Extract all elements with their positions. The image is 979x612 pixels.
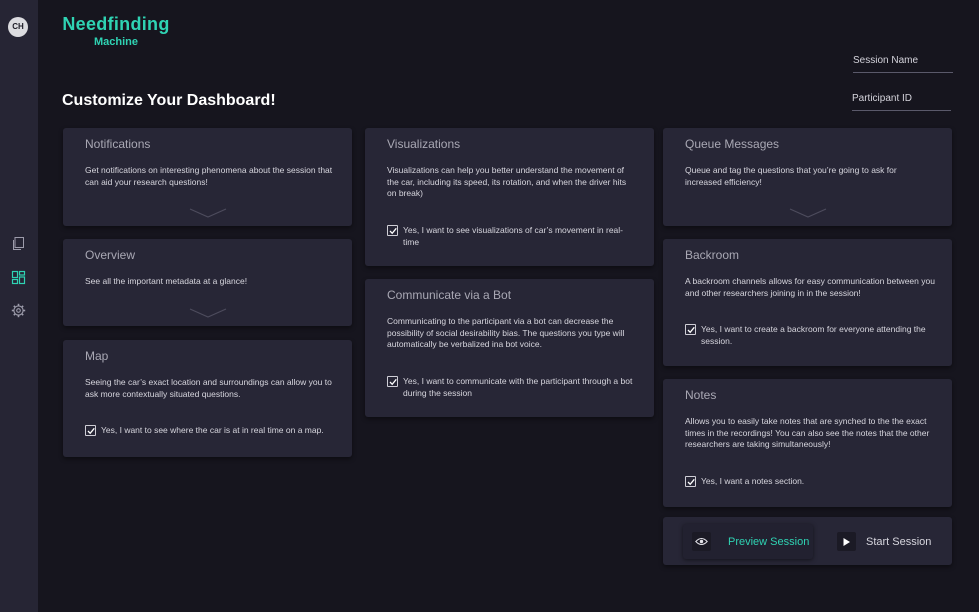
- option-label: Yes, I want a notes section.: [701, 476, 805, 486]
- participant-id-field[interactable]: Participant ID: [852, 93, 951, 111]
- check-icon: [389, 378, 397, 386]
- check-icon: [389, 227, 397, 235]
- chevron-down-icon[interactable]: [189, 208, 227, 218]
- eye-icon: [692, 532, 711, 551]
- option-label: Yes, I want to see where the car is at i…: [101, 425, 324, 435]
- chevron-down-icon[interactable]: [189, 308, 227, 318]
- copy-icon[interactable]: [11, 236, 26, 251]
- visualizations-card[interactable]: Visualizations Visualizations can help y…: [365, 128, 654, 266]
- sidebar: CH: [0, 0, 38, 612]
- map-option[interactable]: Yes, I want to see where the car is at i…: [85, 425, 340, 437]
- card-title: Backroom: [685, 248, 740, 262]
- chevron-down-icon[interactable]: [789, 208, 827, 218]
- option-label: Yes, I want to create a backroom for eve…: [701, 324, 926, 346]
- brand-logo: Needfinding Machine: [62, 14, 170, 48]
- check-icon: [87, 427, 95, 435]
- avatar[interactable]: CH: [8, 17, 28, 37]
- card-description: Get notifications on interesting phenome…: [85, 165, 333, 187]
- page-title: Customize Your Dashboard!: [62, 92, 276, 109]
- preview-label: Preview Session: [728, 535, 810, 548]
- brand-subtitle: Machine: [93, 36, 138, 48]
- session-actions: Preview Session Start Session: [663, 517, 952, 565]
- preview-session-button[interactable]: Preview Session: [683, 524, 813, 559]
- option-label: Yes, I want to see visualizations of car…: [403, 225, 624, 247]
- card-title: Overview: [85, 248, 136, 262]
- card-description: A backroom channels allows for easy comm…: [685, 276, 935, 298]
- card-description: Queue and tag the questions that you’re …: [685, 165, 897, 187]
- card-description: Allows you to easily take notes that are…: [685, 416, 930, 449]
- notifications-card[interactable]: Notifications Get notifications on inter…: [63, 128, 352, 226]
- visualizations-option[interactable]: Yes, I want to see visualizations of car…: [387, 225, 627, 248]
- card-description: See all the important metadata at a glan…: [85, 276, 248, 286]
- card-title: Queue Messages: [685, 137, 780, 151]
- backroom-card[interactable]: Backroom A backroom channels allows for …: [663, 239, 952, 366]
- card-description: Communicating to the participant via a b…: [387, 316, 625, 349]
- checkbox[interactable]: [387, 376, 398, 387]
- checkbox[interactable]: [685, 324, 696, 335]
- card-title: Notifications: [85, 137, 151, 151]
- check-icon: [687, 326, 695, 334]
- checkbox[interactable]: [685, 476, 696, 487]
- notes-option[interactable]: Yes, I want a notes section.: [685, 476, 925, 488]
- card-title: Communicate via a Bot: [387, 288, 512, 302]
- brand-title: Needfinding: [62, 14, 170, 34]
- option-label: Yes, I want to communicate with the part…: [403, 376, 633, 398]
- backroom-option[interactable]: Yes, I want to create a backroom for eve…: [685, 324, 930, 347]
- play-icon: [837, 532, 856, 551]
- bot-card[interactable]: Communicate via a Bot Communicating to t…: [365, 279, 654, 417]
- start-session-button[interactable]: Start Session: [828, 524, 938, 559]
- start-label: Start Session: [866, 535, 932, 548]
- session-name-field[interactable]: Session Name: [853, 55, 953, 73]
- card-title: Notes: [685, 388, 717, 402]
- notes-card[interactable]: Notes Allows you to easily take notes th…: [663, 379, 952, 507]
- overview-card[interactable]: Overview See all the important metadata …: [63, 239, 352, 326]
- checkbox[interactable]: [85, 425, 96, 436]
- card-description: Visualizations can help you better under…: [387, 165, 627, 198]
- bot-option[interactable]: Yes, I want to communicate with the part…: [387, 376, 637, 399]
- map-card[interactable]: Map Seeing the car’s exact location and …: [63, 340, 352, 457]
- checkbox[interactable]: [387, 225, 398, 236]
- card-description: Seeing the car’s exact location and surr…: [85, 377, 332, 399]
- gear-icon[interactable]: [11, 303, 26, 318]
- queue-card[interactable]: Queue Messages Queue and tag the questio…: [663, 128, 952, 226]
- card-title: Visualizations: [387, 137, 461, 151]
- check-icon: [687, 478, 695, 486]
- dashboard-icon[interactable]: [11, 270, 26, 285]
- card-title: Map: [85, 349, 109, 363]
